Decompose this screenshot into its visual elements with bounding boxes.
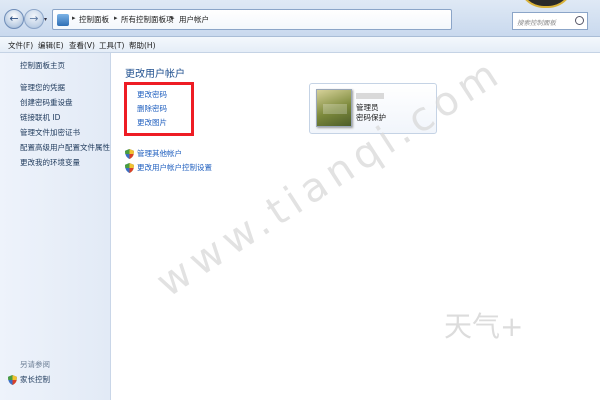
uac-shield-icon [125,163,134,173]
address-field[interactable]: ▸ 控制面板 ▸ 所有控制面板项 ▸ 用户帐户 [52,9,452,30]
uac-settings-label: 更改用户帐户控制设置 [137,163,212,172]
refresh-area[interactable] [456,9,508,30]
main-content: 更改用户帐户 更改密码 删除密码 更改图片 管理其他帐户 更改用户帐户控制设置 … [111,53,600,400]
menu-view[interactable]: 查看(V) [69,40,95,51]
parental-controls-label: 家长控制 [20,375,50,384]
user-password-status: 密码保护 [356,113,386,122]
breadcrumb-separator-icon[interactable]: ▸ [114,14,118,22]
user-account-card[interactable]: 管理员 密码保护 [309,83,437,134]
sidebar-item-credentials[interactable]: 管理您的凭据 [20,82,65,93]
sidebar: 控制面板主页 管理您的凭据 创建密码重设盘 链接联机 ID 管理文件加密证书 配… [0,53,111,400]
menu-tools[interactable]: 工具(T) [99,40,124,51]
address-bar: ← → ▾ ▸ 控制面板 ▸ 所有控制面板项 ▸ 用户帐户 搜索控制面板 [0,0,600,37]
uac-settings-link[interactable]: 更改用户帐户控制设置 [125,162,212,173]
sidebar-item-online-id[interactable]: 链接联机 ID [20,112,60,123]
remove-password-link[interactable]: 删除密码 [137,103,167,114]
sidebar-item-reset-disk[interactable]: 创建密码重设盘 [20,97,73,108]
redacted-username [356,93,384,99]
menu-file[interactable]: 文件(F) [8,40,33,51]
user-picture[interactable] [316,89,352,127]
back-arrow-icon[interactable]: ← [4,9,24,29]
breadcrumb-user-accounts[interactable]: 用户帐户 [179,14,209,25]
sidebar-home-link[interactable]: 控制面板主页 [20,60,65,71]
manage-other-accounts-link[interactable]: 管理其他帐户 [125,148,182,159]
change-password-link[interactable]: 更改密码 [137,89,167,100]
breadcrumb-separator-icon[interactable]: ▸ [72,14,76,22]
search-placeholder: 搜索控制面板 [517,19,556,27]
menu-help[interactable]: 帮助(H) [129,40,156,51]
page-title: 更改用户帐户 [125,69,185,80]
window-orb-decoration [518,0,574,8]
menu-edit[interactable]: 编辑(E) [38,40,64,51]
manage-other-accounts-label: 管理其他帐户 [137,149,182,158]
menu-bar: 文件(F) 编辑(E) 查看(V) 工具(T) 帮助(H) [0,37,600,53]
parental-controls-link[interactable]: 家长控制 [8,374,50,385]
breadcrumb-separator-icon[interactable]: ▸ [171,14,175,22]
see-also-heading: 另请参阅 [20,360,50,369]
uac-shield-icon [125,149,134,159]
breadcrumb-control-panel[interactable]: 控制面板 [79,14,109,25]
sidebar-item-environment-vars[interactable]: 更改我的环境变量 [20,157,80,168]
control-panel-icon [57,14,69,26]
forward-arrow-icon[interactable]: → [24,9,44,29]
search-icon[interactable] [575,16,584,25]
change-picture-link[interactable]: 更改图片 [137,117,167,128]
uac-shield-icon [8,375,17,385]
search-input[interactable]: 搜索控制面板 [512,12,588,30]
breadcrumb-all-items[interactable]: 所有控制面板项 [121,14,174,25]
sidebar-item-profile-properties[interactable]: 配置高级用户配置文件属性 [20,142,110,153]
sidebar-item-encryption-cert[interactable]: 管理文件加密证书 [20,127,80,138]
recent-pages-chevron-icon[interactable]: ▾ [44,16,47,23]
